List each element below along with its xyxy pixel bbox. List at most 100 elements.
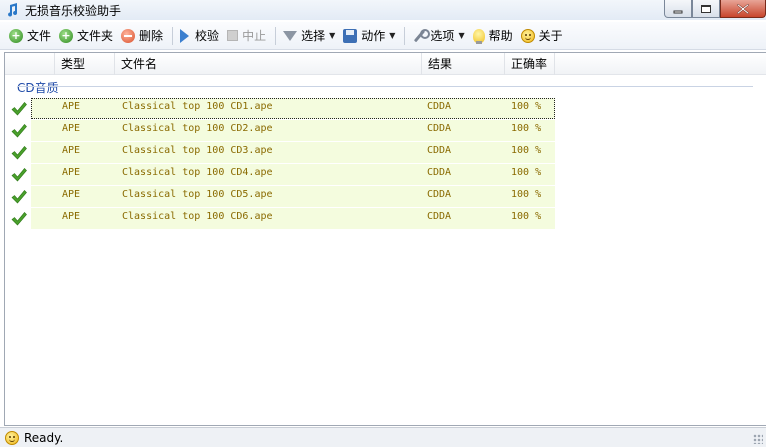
verify-label: 校验 xyxy=(195,29,220,43)
column-header-filename[interactable]: 文件名 xyxy=(115,53,422,75)
delete-button[interactable]: 删除 xyxy=(118,25,166,47)
title-bar: 无损音乐校验助手 xyxy=(0,0,766,20)
row-accuracy: 100 % xyxy=(511,167,542,178)
column-header-accuracy[interactable]: 正确率 xyxy=(505,53,555,75)
filter-icon xyxy=(283,30,298,41)
row-background xyxy=(31,120,555,141)
smiley-icon xyxy=(520,28,535,43)
delete-label: 删除 xyxy=(139,29,164,43)
play-icon xyxy=(180,28,190,43)
help-button[interactable]: 帮助 xyxy=(470,25,516,47)
close-button[interactable] xyxy=(720,0,766,18)
row-type: APE xyxy=(62,211,81,222)
column-header-check[interactable] xyxy=(5,53,55,75)
add-folder-icon: + xyxy=(59,28,74,43)
row-type: APE xyxy=(62,101,81,112)
about-label: 关于 xyxy=(538,29,563,43)
table-row[interactable]: APE Classical top 100 CD5.ape CDDA 100 % xyxy=(5,186,565,208)
row-result: CDDA xyxy=(427,189,452,200)
minimize-icon xyxy=(673,10,683,13)
list-header: 类型 文件名 结果 正确率 xyxy=(5,53,766,75)
checkmark-icon xyxy=(11,102,27,116)
row-background xyxy=(31,186,555,207)
lightbulb-icon xyxy=(472,28,485,44)
row-type: APE xyxy=(62,145,81,156)
action-label: 动作 xyxy=(361,29,386,43)
row-accuracy: 100 % xyxy=(511,123,542,134)
row-accuracy: 100 % xyxy=(511,189,542,200)
row-filename: Classical top 100 CD5.ape xyxy=(122,189,273,200)
save-icon xyxy=(343,28,358,43)
about-button[interactable]: 关于 xyxy=(518,25,566,47)
row-result: CDDA xyxy=(427,167,452,178)
delete-icon xyxy=(121,28,136,43)
close-icon xyxy=(737,3,749,14)
toolbar: + 文件 + 文件夹 删除 校验 中止 选择 ▼ 动作 ▼ 选项 ▼ 帮助 关于 xyxy=(0,22,766,50)
column-header-type[interactable]: 类型 xyxy=(55,53,115,75)
row-filename: Classical top 100 CD1.ape xyxy=(122,101,273,112)
add-folder-button[interactable]: + 文件夹 xyxy=(56,25,116,47)
file-list-view[interactable]: 类型 文件名 结果 正确率 CD音质 APE Classical top 100 … xyxy=(4,52,766,426)
row-filename: Classical top 100 CD4.ape xyxy=(122,167,273,178)
window-controls xyxy=(664,0,766,18)
group-header: CD音质 xyxy=(17,81,59,95)
table-row[interactable]: APE Classical top 100 CD4.ape CDDA 100 % xyxy=(5,164,565,186)
toolbar-separator xyxy=(172,26,174,45)
checkmark-icon xyxy=(11,124,27,138)
row-filename: Classical top 100 CD6.ape xyxy=(122,211,273,222)
chevron-down-icon: ▼ xyxy=(329,31,336,40)
chevron-down-icon: ▼ xyxy=(458,31,465,40)
row-background xyxy=(31,208,555,229)
resize-grip[interactable] xyxy=(753,434,763,444)
row-type: APE xyxy=(62,189,81,200)
maximize-button[interactable] xyxy=(692,0,720,18)
row-background xyxy=(31,164,555,185)
column-header-result[interactable]: 结果 xyxy=(422,53,505,75)
add-folder-label: 文件夹 xyxy=(77,29,114,43)
minimize-button[interactable] xyxy=(664,0,692,18)
row-type: APE xyxy=(62,123,81,134)
add-file-button[interactable]: + 文件 xyxy=(6,25,54,47)
action-dropdown-button[interactable]: 动作 ▼ xyxy=(340,25,398,47)
chevron-down-icon: ▼ xyxy=(389,31,396,40)
checkmark-icon xyxy=(11,190,27,204)
row-background xyxy=(31,98,555,119)
stop-button[interactable]: 中止 xyxy=(224,25,269,47)
row-accuracy: 100 % xyxy=(511,101,542,112)
row-type: APE xyxy=(62,167,81,178)
table-row[interactable]: APE Classical top 100 CD1.ape CDDA 100 % xyxy=(5,98,565,120)
row-filename: Classical top 100 CD2.ape xyxy=(122,123,273,134)
toolbar-separator xyxy=(404,26,406,45)
row-accuracy: 100 % xyxy=(511,211,542,222)
row-result: CDDA xyxy=(427,101,452,112)
row-result: CDDA xyxy=(427,123,452,134)
select-dropdown-button[interactable]: 选择 ▼ xyxy=(280,25,338,47)
options-label: 选项 xyxy=(430,29,455,43)
checkmark-icon xyxy=(11,146,27,160)
music-note-icon xyxy=(8,3,18,17)
row-filename: Classical top 100 CD3.ape xyxy=(122,145,273,156)
row-background xyxy=(31,142,555,163)
stop-icon xyxy=(227,30,239,41)
table-row[interactable]: APE Classical top 100 CD3.ape CDDA 100 % xyxy=(5,142,565,164)
group-divider xyxy=(17,86,753,87)
help-label: 帮助 xyxy=(488,29,513,43)
row-accuracy: 100 % xyxy=(511,145,542,156)
table-row[interactable]: APE Classical top 100 CD6.ape CDDA 100 % xyxy=(5,208,565,230)
row-result: CDDA xyxy=(427,211,452,222)
verify-button[interactable]: 校验 xyxy=(177,25,222,47)
checkmark-icon xyxy=(11,212,27,226)
status-bar: Ready. xyxy=(0,427,766,447)
add-file-label: 文件 xyxy=(27,29,52,43)
smiley-icon xyxy=(5,431,19,445)
add-icon: + xyxy=(9,28,23,43)
options-dropdown-button[interactable]: 选项 ▼ xyxy=(409,25,467,47)
table-row[interactable]: APE Classical top 100 CD2.ape CDDA 100 % xyxy=(5,120,565,142)
toolbar-separator xyxy=(275,26,277,45)
wrench-icon xyxy=(412,28,431,43)
maximize-icon xyxy=(701,4,711,13)
window-title: 无损音乐校验助手 xyxy=(25,4,122,18)
checkmark-icon xyxy=(11,168,27,182)
stop-label: 中止 xyxy=(242,29,267,43)
row-result: CDDA xyxy=(427,145,452,156)
